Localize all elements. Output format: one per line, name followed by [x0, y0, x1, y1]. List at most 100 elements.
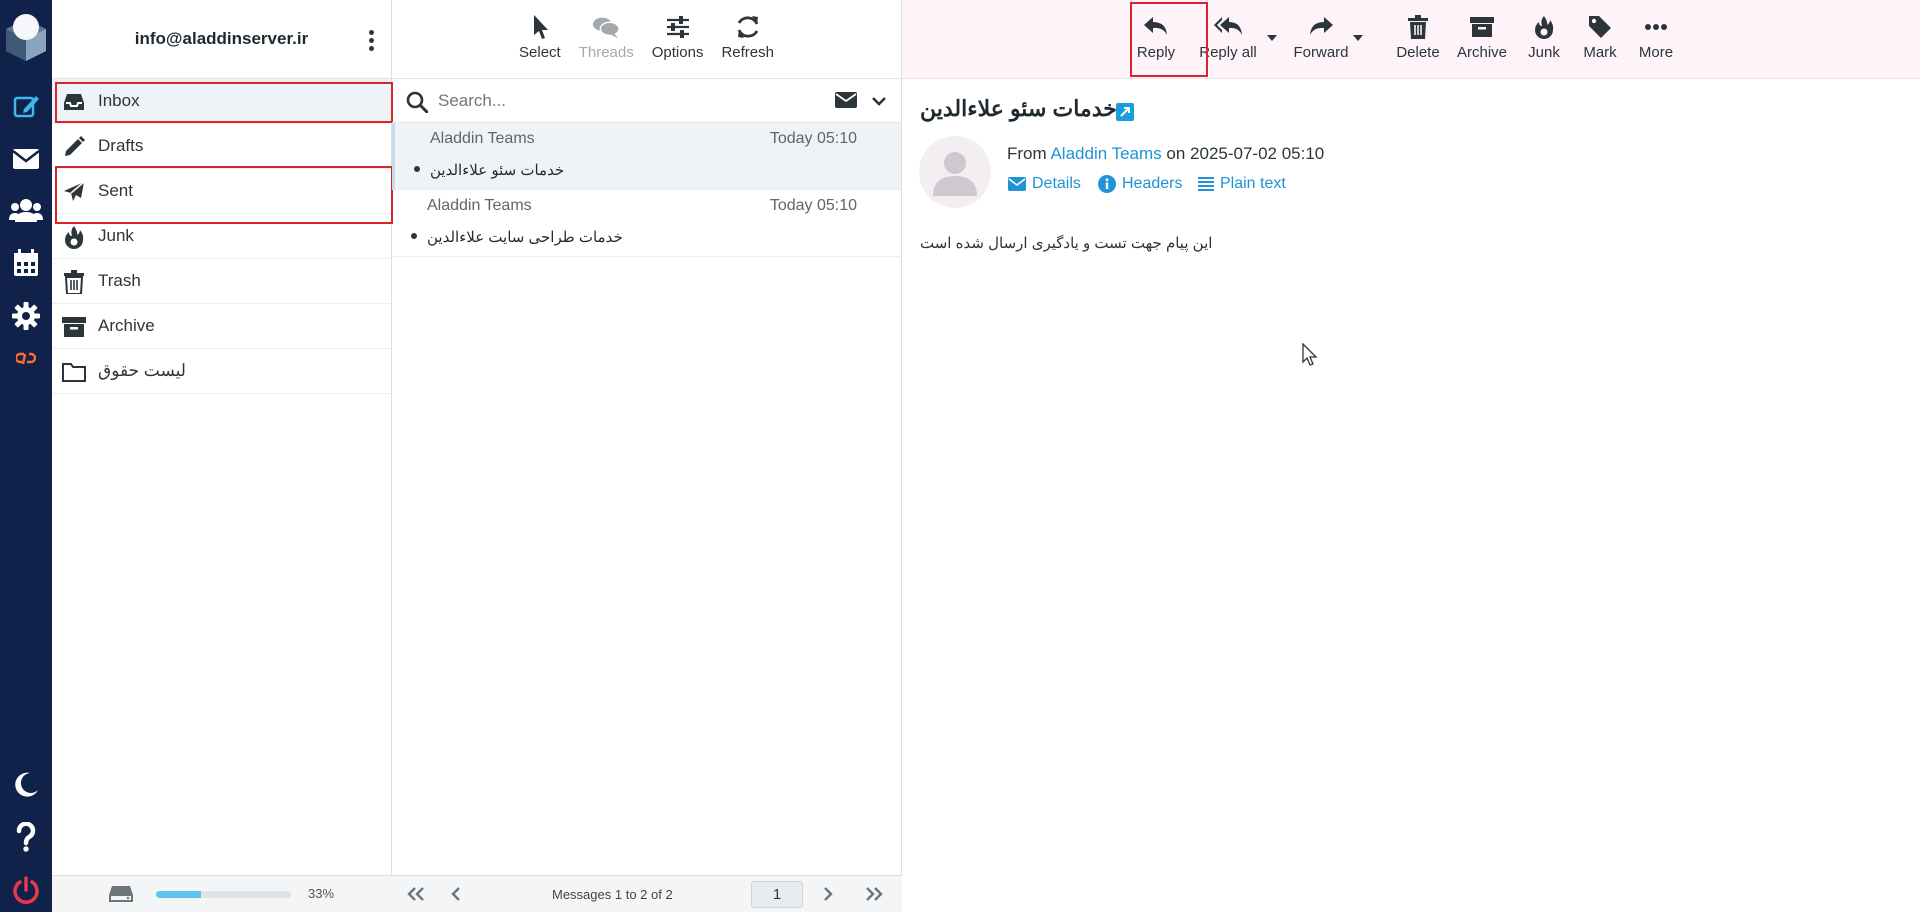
folder-drafts[interactable]: Drafts [52, 124, 391, 169]
from-line: From Aladdin Teams on 2025-07-02 05:10 [1007, 144, 1324, 164]
more-button[interactable]: More [1632, 14, 1680, 61]
dark-mode-moon-icon[interactable] [0, 762, 52, 806]
cpanel-logo-icon[interactable] [0, 336, 52, 380]
junk-label: Junk [1528, 44, 1560, 61]
reply-all-dropdown-caret-icon[interactable] [1267, 35, 1277, 41]
contacts-icon[interactable] [0, 188, 52, 232]
archive-label: Archive [1456, 44, 1508, 61]
logout-power-icon[interactable] [0, 868, 52, 912]
trash-icon [62, 270, 86, 294]
message-count: Messages 1 to 2 of 2 [552, 887, 673, 902]
compose-icon[interactable] [0, 84, 52, 128]
forward-button[interactable]: Forward [1286, 14, 1356, 61]
refresh-icon [737, 16, 759, 38]
quota-bar-area: 33% [52, 875, 392, 912]
from-prefix: From [1007, 144, 1047, 163]
message-subject: خدمات سئو علاءالدین [430, 162, 565, 179]
open-in-new-window-icon[interactable] [1116, 103, 1134, 121]
roundcube-logo-icon[interactable] [0, 6, 52, 66]
chevron-down-icon[interactable] [872, 93, 886, 111]
fire-icon [1535, 16, 1554, 39]
mark-button[interactable]: Mark [1578, 14, 1622, 61]
folder-junk[interactable]: Junk [52, 214, 391, 259]
message-reading-pane: Reply Reply all Forward Delete Archive J… [902, 0, 1920, 912]
folder-sidebar: info@aladdinserver.ir Inbox Drafts Sent … [52, 0, 392, 912]
quota-progress-bar [156, 891, 291, 898]
folder-trash[interactable]: Trash [52, 259, 391, 304]
sender-avatar [919, 136, 991, 208]
mail-icon[interactable] [0, 137, 52, 181]
list-toolbar: Select Threads Options Refresh [392, 0, 901, 79]
refresh-button[interactable]: Refresh [715, 14, 780, 78]
more-label: More [1638, 44, 1674, 61]
info-icon [1098, 175, 1116, 193]
mouse-cursor-icon [1302, 342, 1318, 372]
delete-label: Delete [1396, 44, 1440, 61]
forward-arrow-icon [1310, 17, 1333, 35]
more-ellipsis-icon [1645, 24, 1667, 30]
select-button[interactable]: Select [513, 14, 567, 78]
threads-button[interactable]: Threads [573, 14, 640, 78]
threads-label: Threads [578, 44, 634, 61]
folder-inbox[interactable]: Inbox [52, 79, 391, 124]
folder-label: Drafts [98, 136, 144, 155]
quota-percent: 33% [308, 886, 335, 901]
message-row[interactable]: Aladdin Teams Today 05:10 خدمات سئو علاء… [392, 123, 901, 190]
message-body: این پیام جهت تست و یادگیری ارسال شده است [920, 235, 1213, 252]
search-icon[interactable] [406, 91, 429, 118]
message-list-column: Select Threads Options Refresh Aladdin T… [392, 0, 902, 912]
folder-label: Junk [98, 226, 134, 245]
details-link[interactable]: Details [1008, 175, 1081, 193]
search-input[interactable] [436, 87, 766, 115]
help-icon[interactable] [0, 815, 52, 859]
account-menu-kebab-icon[interactable] [361, 28, 381, 52]
folder-label: Sent [98, 181, 133, 200]
forward-dropdown-caret-icon[interactable] [1353, 35, 1363, 41]
junk-button[interactable]: Junk [1522, 14, 1566, 61]
select-label: Select [519, 44, 561, 61]
archive-button[interactable]: Archive [1452, 14, 1512, 61]
plain-text-link[interactable]: Plain text [1198, 175, 1286, 193]
reply-button[interactable]: Reply [1126, 14, 1186, 61]
reply-all-arrow-icon [1214, 17, 1242, 35]
message-subject: خدمات طراحی سایت علاءالدین [427, 229, 623, 246]
reply-all-button[interactable]: Reply all [1198, 14, 1258, 61]
folder-salary-list[interactable]: لیست حقوق [52, 349, 391, 394]
envelope-icon [1008, 177, 1026, 191]
plain-text-label: Plain text [1220, 175, 1286, 192]
folder-label: Trash [98, 271, 141, 290]
envelope-filter-icon[interactable] [835, 92, 857, 113]
reply-all-label: Reply all [1199, 44, 1257, 61]
delete-button[interactable]: Delete [1390, 14, 1446, 61]
inbox-icon [62, 90, 86, 114]
archive-box-icon [1470, 17, 1494, 37]
settings-gear-icon[interactable] [0, 294, 52, 338]
threads-chat-icon [593, 17, 621, 39]
first-page-icon[interactable] [406, 885, 426, 908]
folder-label: Inbox [98, 91, 140, 110]
folders-header: info@aladdinserver.ir [52, 0, 391, 79]
app-nav-rail [0, 0, 52, 912]
sliders-icon [666, 16, 689, 38]
message-sender: Aladdin Teams [427, 197, 532, 214]
search-bar [392, 79, 901, 123]
headers-label: Headers [1122, 175, 1183, 192]
previous-page-icon[interactable] [450, 885, 462, 908]
sender-name-link[interactable]: Aladdin Teams [1050, 144, 1161, 163]
last-page-icon[interactable] [864, 885, 884, 908]
page-number-input[interactable]: 1 [751, 881, 803, 908]
calendar-icon[interactable] [0, 241, 52, 285]
options-button[interactable]: Options [646, 14, 710, 78]
message-row[interactable]: Aladdin Teams Today 05:10 خدمات طراحی سا… [392, 190, 901, 257]
pencil-icon [62, 135, 86, 159]
folder-sent[interactable]: Sent [52, 169, 391, 214]
folder-archive[interactable]: Archive [52, 304, 391, 349]
cursor-pointer-icon [533, 15, 548, 39]
reply-label: Reply [1136, 44, 1176, 61]
headers-link[interactable]: Headers [1098, 175, 1182, 193]
text-lines-icon [1198, 177, 1214, 191]
folder-label: Archive [98, 316, 155, 335]
paper-plane-icon [62, 180, 86, 204]
forward-label: Forward [1293, 44, 1349, 61]
next-page-icon[interactable] [822, 885, 834, 908]
